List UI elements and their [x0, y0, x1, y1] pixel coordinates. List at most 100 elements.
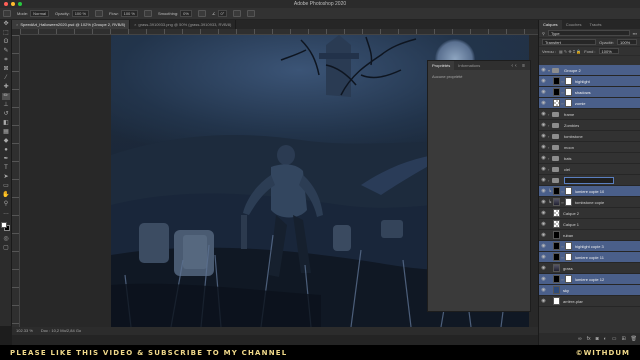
visibility-eye-icon[interactable]: ◉ — [539, 78, 548, 84]
visibility-eye-icon[interactable]: ◉ — [539, 232, 548, 238]
quick-select-tool-icon[interactable]: ✎ — [2, 48, 10, 55]
hand-tool-icon[interactable]: ✋ — [2, 192, 10, 199]
visibility-eye-icon[interactable]: ◉ — [539, 100, 548, 106]
crop-tool-icon[interactable]: ⌗ — [2, 57, 10, 64]
airbrush-icon[interactable] — [143, 10, 152, 17]
new-layer-icon[interactable]: ⊞ — [621, 336, 625, 342]
visibility-eye-icon[interactable]: ◉ — [539, 166, 548, 172]
visibility-eye-icon[interactable]: ◉ — [539, 199, 548, 205]
more-tools-icon[interactable]: … — [2, 210, 10, 217]
layer-row[interactable]: ◉ ∞ highlight — [539, 76, 640, 87]
tab-properties[interactable]: Propriétés — [428, 61, 455, 70]
dodge-tool-icon[interactable]: ● — [2, 147, 10, 154]
close-tab-icon[interactable]: × — [16, 22, 18, 27]
eraser-tool-icon[interactable]: ◧ — [2, 120, 10, 127]
visibility-eye-icon[interactable]: ◉ — [539, 67, 548, 73]
tab-couches[interactable]: Couches — [562, 20, 586, 29]
tab-halloween-psd[interactable]: × SpeedArt_Halloween2020.psd @ 102% (Grou… — [12, 20, 131, 29]
pressure-opacity-icon[interactable] — [95, 10, 104, 17]
zoom-tool-icon[interactable]: ⚲ — [2, 201, 10, 208]
color-swatches[interactable] — [0, 221, 11, 235]
layer-row[interactable]: ◉ ↳ ∞ tombstone copie — [539, 197, 640, 208]
screen-mode-icon[interactable]: ▢ — [2, 245, 10, 252]
path-select-tool-icon[interactable]: ➤ — [2, 174, 10, 181]
gradient-tool-icon[interactable]: ▦ — [2, 129, 10, 136]
foreground-color-swatch[interactable] — [1, 222, 7, 228]
visibility-eye-icon[interactable]: ◉ — [539, 155, 548, 161]
layer-row[interactable]: ◉ ∞ lumiere copie 12 — [539, 274, 640, 285]
visibility-eye-icon[interactable]: ◉ — [539, 89, 548, 95]
tab-information[interactable]: Informations — [454, 61, 484, 70]
new-group-icon[interactable]: ▭ — [612, 336, 617, 342]
zoom-readout[interactable]: 102.33 % — [16, 327, 33, 335]
visibility-eye-icon[interactable]: ◉ — [539, 221, 548, 227]
layer-name-input[interactable] — [564, 176, 614, 184]
layer-row[interactable]: ◉ ↳ ∞ lumiere copie 10 — [539, 186, 640, 197]
layer-row[interactable]: ◉ › bats — [539, 153, 640, 164]
workspace[interactable]: Propriétés Informations ‹‹ ≡ Aucune prop… — [20, 35, 538, 327]
layer-row[interactable]: ◉ sky — [539, 285, 640, 296]
fill-input[interactable]: 100% — [598, 48, 619, 54]
smoothing-settings-icon[interactable] — [197, 10, 206, 17]
opacity-option[interactable]: Opacity: 100 % — [55, 10, 90, 17]
close-tab-icon[interactable]: × — [134, 22, 136, 27]
visibility-eye-icon[interactable]: ◉ — [539, 144, 548, 150]
layer-row-renaming[interactable]: ◉ › — [539, 175, 640, 186]
symmetry-icon[interactable] — [247, 10, 256, 17]
layer-row[interactable]: ◉ › tombstone — [539, 131, 640, 142]
trash-icon[interactable]: 🗑 — [631, 336, 637, 342]
layer-row[interactable]: ◉ › ciel — [539, 164, 640, 175]
visibility-eye-icon[interactable]: ◉ — [539, 254, 548, 260]
healing-tool-icon[interactable]: ✚ — [2, 84, 10, 91]
link-layers-icon[interactable]: ∞ — [578, 336, 582, 342]
blur-tool-icon[interactable]: ◆ — [2, 138, 10, 145]
layer-row[interactable]: ◉ arrière-plan — [539, 296, 640, 307]
move-tool-icon[interactable]: ✥ — [2, 21, 10, 28]
stamp-tool-icon[interactable]: ⊥ — [2, 102, 10, 109]
blend-mode-select[interactable]: Transfert — [542, 39, 597, 45]
pressure-size-icon[interactable] — [233, 10, 242, 17]
layer-row[interactable]: ◉ ▾ Groupe 2 — [539, 65, 640, 76]
visibility-eye-icon[interactable]: ◉ — [539, 188, 548, 194]
layer-row[interactable]: ◉ › frame — [539, 109, 640, 120]
add-mask-icon[interactable]: ◙ — [596, 336, 599, 342]
brush-preset-icon[interactable] — [3, 10, 11, 17]
visibility-eye-icon[interactable]: ◉ — [539, 177, 548, 183]
layer-row[interactable]: ◉ › moon — [539, 142, 640, 153]
filter-toggle-icon[interactable]: ▪▪▪ — [633, 31, 637, 36]
adjustment-layer-icon[interactable]: ◐ — [604, 336, 607, 342]
visibility-eye-icon[interactable]: ◉ — [539, 210, 548, 216]
brush-tool-icon[interactable]: ✏ — [2, 93, 10, 100]
layer-row[interactable]: ◉ grass — [539, 263, 640, 274]
layer-row[interactable]: ◉ ∞ zomie — [539, 98, 640, 109]
visibility-eye-icon[interactable]: ◉ — [539, 122, 548, 128]
quick-mask-icon[interactable]: ◎ — [2, 236, 10, 243]
visibility-eye-icon[interactable]: ◉ — [539, 133, 548, 139]
eyedropper-tool-icon[interactable]: ⁄ — [2, 75, 10, 82]
layer-row[interactable]: ◉ › Zombies — [539, 120, 640, 131]
tab-grass-png[interactable]: × grass-3910933.png @ 50% (grass-3910933,… — [130, 20, 237, 29]
panel-menu-icon[interactable]: ‹‹ ≡ — [511, 63, 530, 69]
layer-row[interactable]: ◉ ∞ lumiere copie 11 — [539, 252, 640, 263]
visibility-eye-icon[interactable]: ◉ — [539, 287, 548, 293]
opacity-input[interactable]: 100% — [617, 39, 637, 45]
frame-tool-icon[interactable]: ⊠ — [2, 66, 10, 73]
smoothing-option[interactable]: Smoothing: 0% — [158, 10, 192, 17]
vertical-ruler[interactable] — [12, 35, 20, 327]
visibility-eye-icon[interactable]: ◉ — [539, 298, 548, 304]
visibility-eye-icon[interactable]: ◉ — [539, 265, 548, 271]
layer-kind-select[interactable]: Type — [547, 30, 630, 36]
layer-row[interactable]: ◉ Calque 2 — [539, 208, 640, 219]
visibility-eye-icon[interactable]: ◉ — [539, 276, 548, 282]
tab-calques[interactable]: Calques — [539, 20, 562, 29]
type-tool-icon[interactable]: T — [2, 165, 10, 172]
layer-style-icon[interactable]: fx — [587, 336, 591, 342]
shape-tool-icon[interactable]: ▭ — [2, 183, 10, 190]
layer-row[interactable]: ◉ ruban — [539, 230, 640, 241]
layer-row[interactable]: ◉ ∞ highlight copie 3 — [539, 241, 640, 252]
visibility-eye-icon[interactable]: ◉ — [539, 243, 548, 249]
layer-row[interactable]: ◉ ∞ shadows — [539, 87, 640, 98]
lasso-tool-icon[interactable]: ʘ — [2, 39, 10, 46]
visibility-eye-icon[interactable]: ◉ — [539, 111, 548, 117]
history-brush-tool-icon[interactable]: ↺ — [2, 111, 10, 118]
